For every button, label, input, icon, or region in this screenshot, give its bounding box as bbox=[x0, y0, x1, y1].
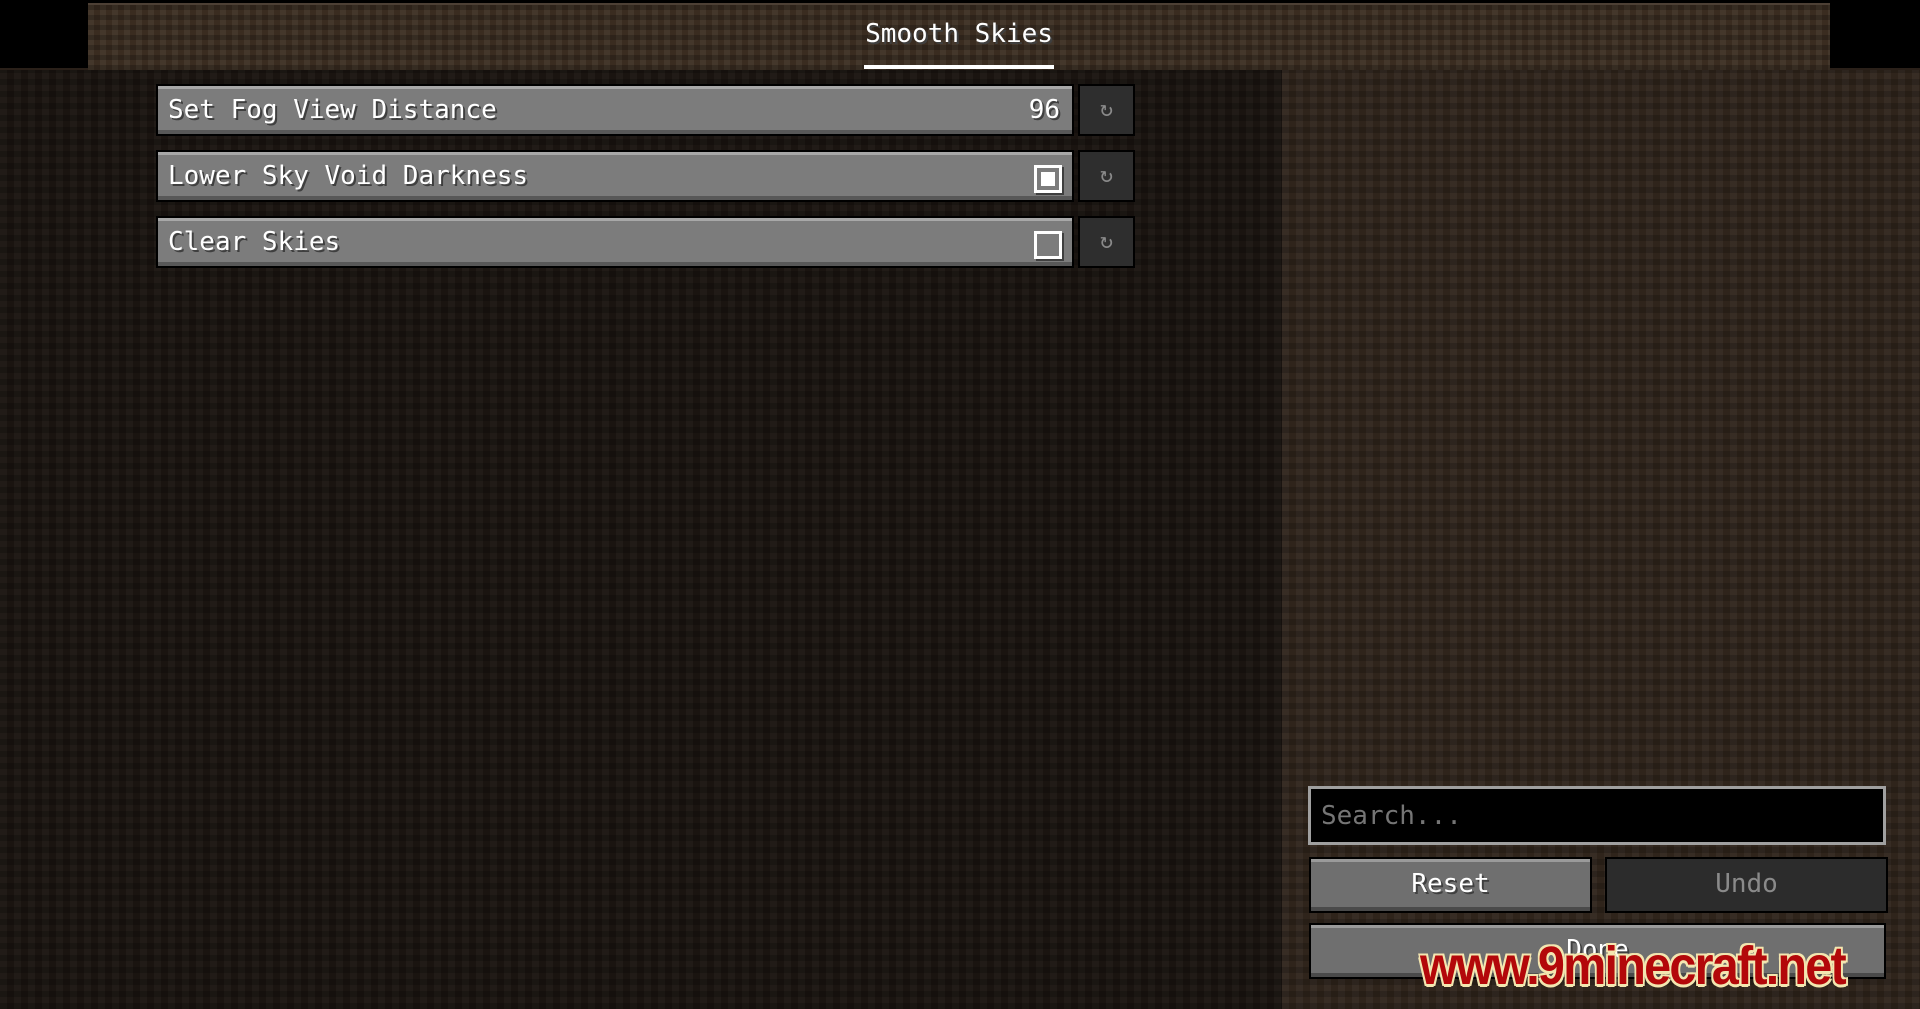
undo-button[interactable]: Undo bbox=[1605, 857, 1888, 913]
reset-icon: ↻ bbox=[1099, 163, 1114, 188]
options-list[interactable] bbox=[0, 70, 1282, 1009]
watermark-logo: www.9minecraft.net bbox=[1420, 936, 1847, 996]
header: Smooth Skies bbox=[88, 3, 1830, 70]
title-tab-underline bbox=[864, 65, 1054, 69]
reset-option-button[interactable]: ↻ bbox=[1078, 84, 1135, 136]
option-label: Lower Sky Void Darkness bbox=[168, 161, 529, 191]
slider-value: 96 bbox=[1028, 95, 1060, 125]
option-label: Clear Skies bbox=[168, 227, 341, 257]
reset-icon: ↻ bbox=[1099, 97, 1114, 122]
search-input[interactable] bbox=[1308, 786, 1886, 845]
reset-button[interactable]: Reset bbox=[1309, 857, 1592, 913]
checkbox-unchecked[interactable] bbox=[1034, 231, 1062, 259]
reset-icon: ↻ bbox=[1099, 229, 1114, 254]
reset-option-button[interactable]: ↻ bbox=[1078, 216, 1135, 268]
checkbox-checked[interactable] bbox=[1034, 165, 1062, 193]
page-title: Smooth Skies bbox=[865, 19, 1053, 49]
fog-view-distance-slider[interactable]: Set Fog View Distance 96 bbox=[156, 84, 1074, 136]
option-label: Set Fog View Distance bbox=[168, 95, 497, 125]
lower-sky-void-darkness-toggle[interactable]: Lower Sky Void Darkness bbox=[156, 150, 1074, 202]
reset-option-button[interactable]: ↻ bbox=[1078, 150, 1135, 202]
clear-skies-toggle[interactable]: Clear Skies bbox=[156, 216, 1074, 268]
